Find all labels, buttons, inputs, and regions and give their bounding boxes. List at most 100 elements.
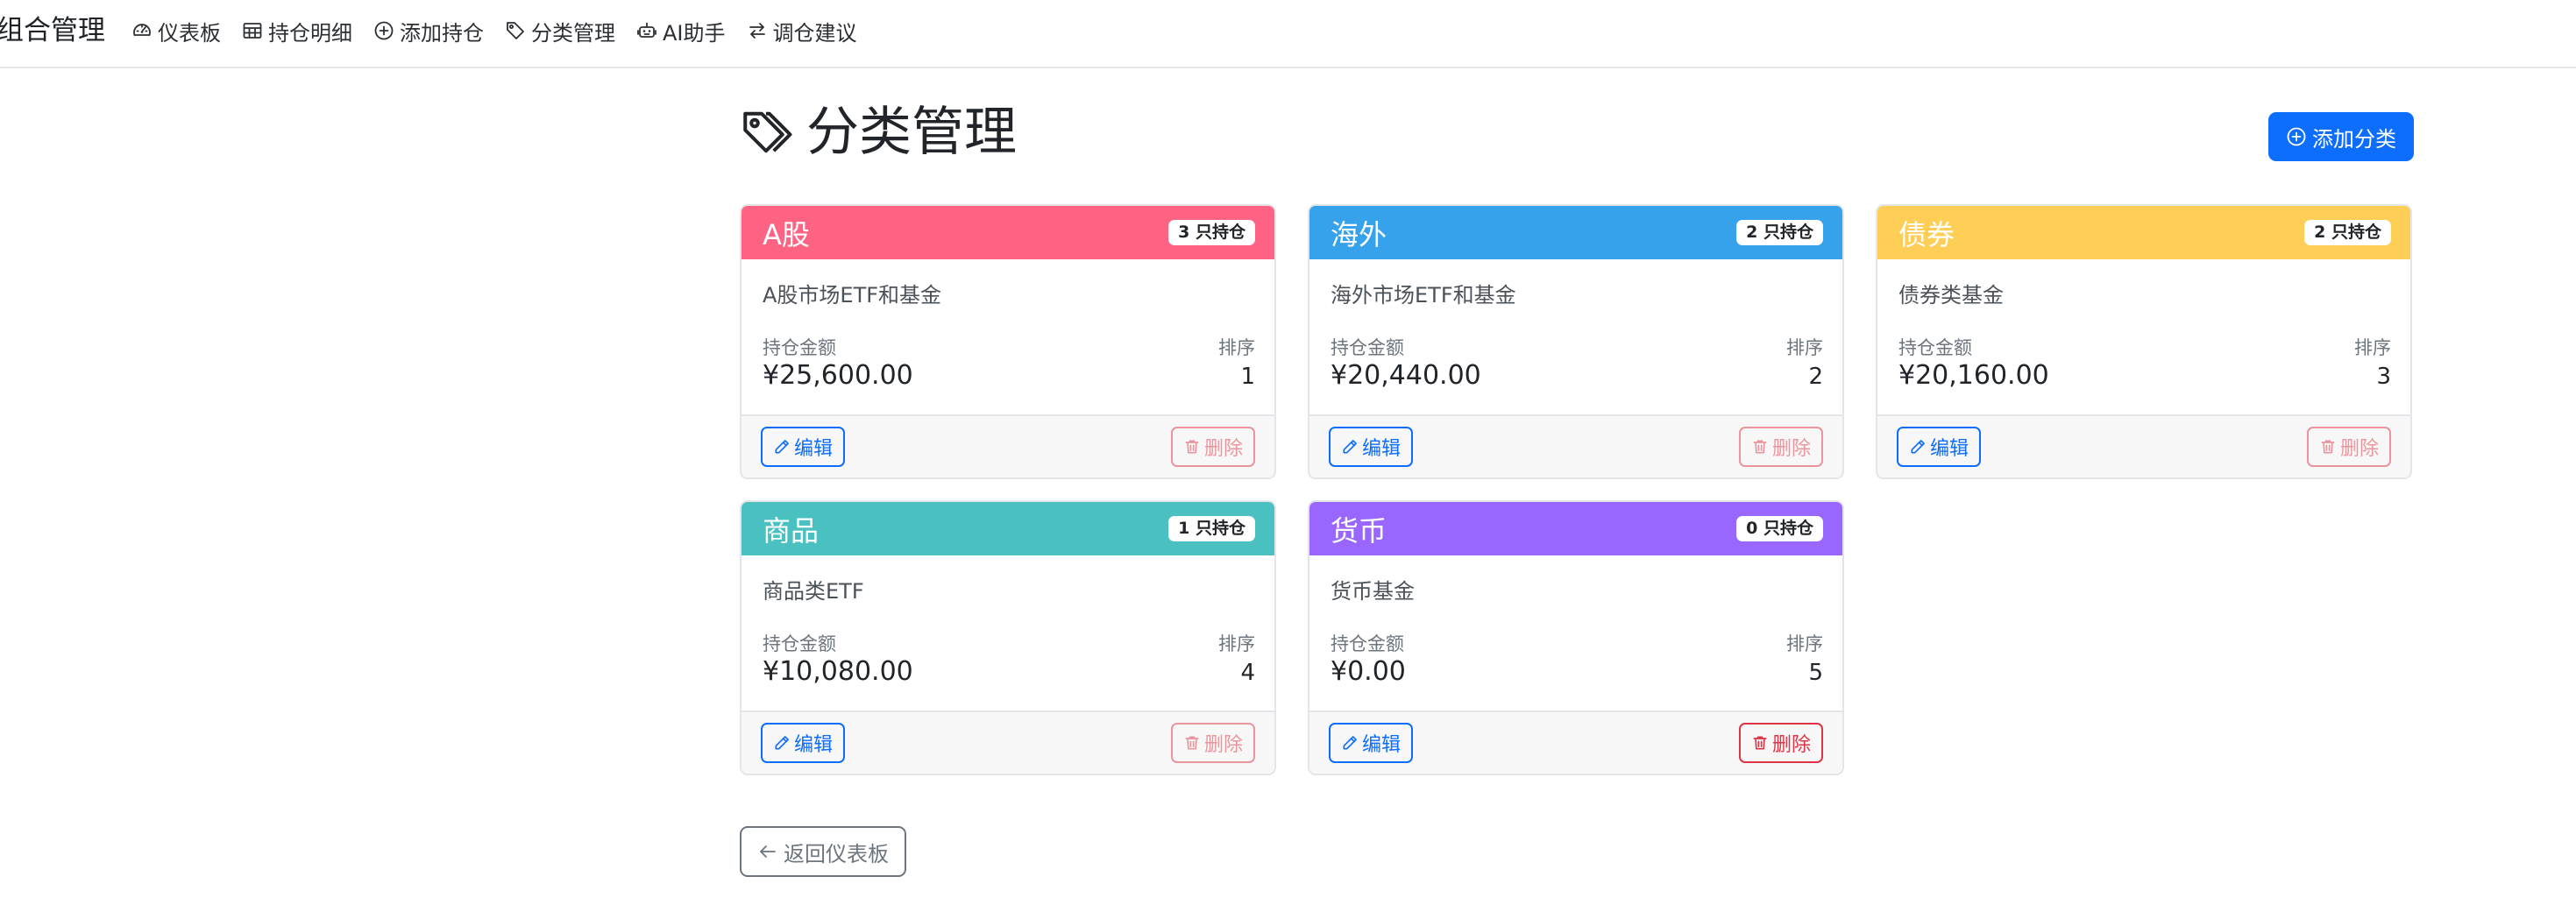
holding-count-badge: 2 只持仓 (2304, 220, 2391, 245)
edit-button[interactable]: 编辑 (1329, 723, 1413, 763)
add-category-label: 添加分类 (2312, 126, 2396, 152)
amount-label: 持仓金额 (1331, 633, 1404, 654)
pencil-icon (1343, 440, 1357, 454)
edit-label: 编辑 (1361, 734, 1401, 756)
card-header: 债券 2 只持仓 (1877, 206, 2410, 259)
tags-icon (743, 111, 792, 153)
nav-item-category-management[interactable]: 分类管理 (505, 16, 615, 46)
category-card: 海外 2 只持仓 海外市场ETF和基金 持仓金额 ¥20,440.00 排序 2 编辑 删除 (1308, 204, 1844, 479)
plus-circle-icon (374, 21, 394, 40)
card-footer: 编辑 删除 (1309, 711, 1842, 774)
card-footer: 编辑 删除 (1309, 414, 1842, 477)
card-footer: 编辑 删除 (1877, 414, 2410, 477)
nav-item-add-holding[interactable]: 添加持仓 (373, 16, 484, 46)
page-title-text: 分类管理 (806, 102, 1017, 163)
amount-label: 持仓金额 (1898, 337, 1972, 358)
sort-value: 1 (1240, 364, 1255, 390)
sort-value: 4 (1240, 660, 1255, 686)
holding-count-badge: 2 只持仓 (1736, 220, 1823, 245)
nav-item-label: AI助手 (663, 20, 726, 46)
category-name: A股 (763, 217, 810, 251)
nav-item-label: 添加持仓 (400, 20, 484, 46)
delete-button[interactable]: 删除 (1739, 723, 1823, 763)
top-navbar: 组合管理 仪表板 持仓明细 添加持仓 分类管理 AI助手 调仓建议 (0, 0, 2576, 68)
arrow-left-icon (760, 845, 776, 858)
plus-circle-icon (2287, 127, 2306, 146)
trash-icon (1185, 736, 1199, 750)
delete-button[interactable]: 删除 (1171, 723, 1255, 763)
delete-label: 删除 (1771, 438, 1811, 460)
navbar-brand[interactable]: 组合管理 (0, 11, 105, 50)
edit-label: 编辑 (793, 734, 833, 756)
category-card: 货币 0 只持仓货币基金持仓金额 ¥0.00 排序 5 编辑 删除 (1308, 500, 1844, 775)
nav-menu: 仪表板 持仓明细 添加持仓 分类管理 AI助手 调仓建议 (131, 16, 857, 46)
sort-label: 排序 (1218, 633, 1255, 654)
trash-icon (1753, 440, 1767, 454)
card-header: 商品 1 只持仓 (742, 502, 1274, 555)
amount-value: ¥20,440.00 (1331, 360, 1481, 391)
pencil-icon (1911, 440, 1925, 454)
card-footer: 编辑 删除 (742, 414, 1274, 477)
holding-count-badge: 1 只持仓 (1168, 516, 1255, 541)
trash-icon (1185, 440, 1199, 454)
arrow-left-right-icon (749, 23, 765, 39)
category-card: 商品 1 只持仓商品类ETF 持仓金额 ¥10,080.00 排序 4 编辑 删除 (740, 500, 1276, 775)
sort-label: 排序 (1786, 337, 1823, 358)
nav-item-label: 分类管理 (531, 20, 615, 46)
robot-icon (637, 22, 656, 38)
nav-item-label: 持仓明细 (268, 20, 352, 46)
pencil-icon (1343, 736, 1357, 750)
page-title: 分类管理 (740, 98, 1017, 166)
sort-label: 排序 (2354, 337, 2391, 358)
nav-item-holdings[interactable]: 持仓明细 (242, 16, 352, 46)
sort-value: 3 (2376, 364, 2391, 390)
card-header: 海外 2 只持仓 (1309, 206, 1842, 259)
pencil-icon (775, 440, 789, 454)
sort-label: 排序 (1786, 633, 1823, 654)
nav-item-dashboard[interactable]: 仪表板 (131, 16, 221, 46)
amount-value: ¥20,160.00 (1898, 360, 2049, 391)
category-name: 商品 (763, 513, 820, 548)
category-description: 海外市场ETF和基金 (1331, 283, 1516, 308)
category-description: 货币基金 (1331, 579, 1415, 604)
card-header: A股 3 只持仓 (742, 206, 1274, 259)
category-card: 债券 2 只持仓债券类基金持仓金额 ¥20,160.00 排序 3 编辑 删除 (1876, 204, 2412, 479)
back-button-label: 返回仪表板 (784, 841, 889, 866)
amount-value: ¥10,080.00 (763, 656, 913, 687)
delete-button[interactable]: 删除 (2307, 427, 2391, 467)
add-category-button[interactable]: 添加分类 (2268, 112, 2414, 161)
holding-count-badge: 0 只持仓 (1736, 516, 1823, 541)
sort-value: 5 (1808, 660, 1823, 686)
amount-value: ¥25,600.00 (763, 360, 913, 391)
category-name: 债券 (1898, 217, 1955, 251)
edit-button[interactable]: 编辑 (1897, 427, 1981, 467)
category-description: 债券类基金 (1898, 283, 2004, 308)
edit-label: 编辑 (793, 438, 833, 460)
delete-label: 删除 (1203, 438, 1243, 460)
category-card: A股 3 只持仓 A股市场ETF和基金 持仓金额 ¥25,600.00 排序 1 编辑 删除 (740, 204, 1276, 479)
nav-item-rebalance[interactable]: 调仓建议 (747, 16, 857, 46)
nav-item-ai-assistant[interactable]: AI助手 (636, 16, 726, 46)
edit-button[interactable]: 编辑 (761, 723, 845, 763)
edit-button[interactable]: 编辑 (1329, 427, 1413, 467)
category-name: 货币 (1331, 513, 1387, 548)
category-description: A股市场ETF和基金 (763, 283, 942, 308)
delete-label: 删除 (1771, 734, 1811, 756)
edit-label: 编辑 (1929, 438, 1969, 460)
tags-icon (507, 22, 524, 39)
pencil-icon (775, 736, 789, 750)
amount-label: 持仓金额 (763, 633, 836, 654)
card-footer: 编辑 删除 (742, 711, 1274, 774)
speedometer-icon (133, 24, 151, 36)
edit-button[interactable]: 编辑 (761, 427, 845, 467)
delete-button[interactable]: 删除 (1739, 427, 1823, 467)
category-description: 商品类ETF (763, 579, 864, 604)
amount-value: ¥0.00 (1331, 656, 1406, 687)
trash-icon (1753, 736, 1767, 750)
back-to-dashboard-button[interactable]: 返回仪表板 (740, 826, 906, 877)
amount-label: 持仓金额 (763, 337, 836, 358)
edit-label: 编辑 (1361, 438, 1401, 460)
table-icon (243, 23, 262, 39)
delete-button[interactable]: 删除 (1171, 427, 1255, 467)
delete-label: 删除 (1203, 734, 1243, 756)
